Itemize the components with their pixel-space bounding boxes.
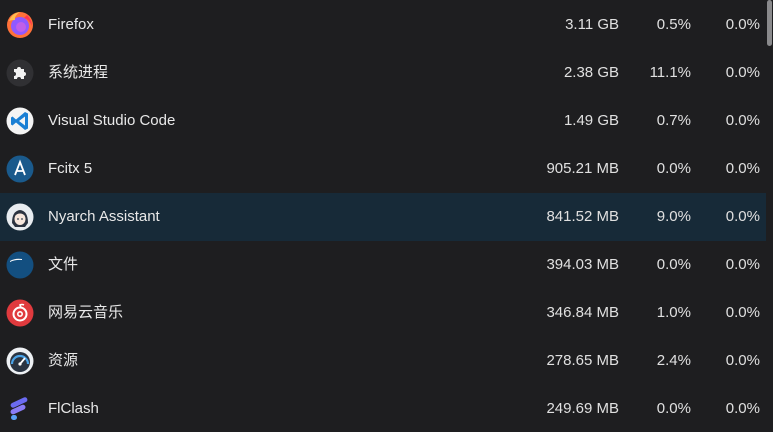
io-value: 0.0% xyxy=(725,400,760,417)
flclash-icon xyxy=(6,395,34,423)
io-value: 0.0% xyxy=(725,256,760,273)
cpu-value: 0.7% xyxy=(656,112,691,129)
process-row-files[interactable]: 文件 394.03 MB 0.0% 0.0% xyxy=(0,241,766,289)
process-name: FlClash xyxy=(48,400,99,417)
cpu-value: 0.0% xyxy=(656,256,691,273)
io-value: 0.0% xyxy=(725,112,760,129)
files-icon xyxy=(6,251,34,279)
cpu-value: 0.0% xyxy=(656,400,691,417)
nyarch-assistant-icon xyxy=(6,203,34,231)
memory-value: 841.52 MB xyxy=(546,208,619,225)
process-row-firefox[interactable]: Firefox 3.11 GB 0.5% 0.0% xyxy=(0,1,766,49)
cpu-value: 9.0% xyxy=(656,208,691,225)
memory-value: 3.11 GB xyxy=(565,16,619,33)
io-value: 0.0% xyxy=(725,352,760,369)
puzzle-piece-icon xyxy=(6,59,34,87)
process-name: Firefox xyxy=(48,16,94,33)
vertical-scrollbar[interactable] xyxy=(766,0,773,432)
vscode-icon xyxy=(6,107,34,135)
cpu-value: 0.0% xyxy=(656,160,691,177)
firefox-icon xyxy=(6,11,34,39)
io-value: 0.0% xyxy=(725,208,760,225)
memory-value: 394.03 MB xyxy=(546,256,619,273)
io-value: 0.0% xyxy=(725,160,760,177)
process-row-resources[interactable]: 资源 278.65 MB 2.4% 0.0% xyxy=(0,337,766,385)
resources-gauge-icon xyxy=(6,347,34,375)
process-name: Nyarch Assistant xyxy=(48,208,160,225)
cpu-value: 1.0% xyxy=(656,304,691,321)
memory-value: 905.21 MB xyxy=(546,160,619,177)
cpu-value: 0.5% xyxy=(656,16,691,33)
process-name: Visual Studio Code xyxy=(48,112,176,129)
memory-value: 346.84 MB xyxy=(546,304,619,321)
process-row-vscode[interactable]: Visual Studio Code 1.49 GB 0.7% 0.0% xyxy=(0,97,766,145)
process-name: Fcitx 5 xyxy=(48,160,93,177)
io-value: 0.0% xyxy=(725,16,760,33)
process-name: 资源 xyxy=(48,352,79,369)
process-name: 网易云音乐 xyxy=(48,304,124,321)
process-row-netease-music[interactable]: 网易云音乐 346.84 MB 1.0% 0.0% xyxy=(0,289,766,337)
process-row-nyarch-assistant[interactable]: Nyarch Assistant 841.52 MB 9.0% 0.0% xyxy=(0,193,766,241)
process-list: Firefox 3.11 GB 0.5% 0.0% 系统进程 2.38 GB 1… xyxy=(0,0,766,432)
process-row-flclash[interactable]: FlClash 249.69 MB 0.0% 0.0% xyxy=(0,385,766,432)
netease-music-icon xyxy=(6,299,34,327)
process-name: 文件 xyxy=(48,256,79,273)
io-value: 0.0% xyxy=(725,304,760,321)
memory-value: 278.65 MB xyxy=(546,352,619,369)
io-value: 0.0% xyxy=(725,64,760,81)
fcitx-icon xyxy=(6,155,34,183)
cpu-value: 11.1% xyxy=(649,64,691,81)
memory-value: 1.49 GB xyxy=(563,112,619,129)
process-name: 系统进程 xyxy=(48,64,109,81)
scrollbar-thumb[interactable] xyxy=(767,0,772,46)
process-row-system[interactable]: 系统进程 2.38 GB 11.1% 0.0% xyxy=(0,49,766,97)
process-row-fcitx[interactable]: Fcitx 5 905.21 MB 0.0% 0.0% xyxy=(0,145,766,193)
cpu-value: 2.4% xyxy=(656,352,691,369)
memory-value: 249.69 MB xyxy=(546,400,619,417)
memory-value: 2.38 GB xyxy=(563,64,619,81)
